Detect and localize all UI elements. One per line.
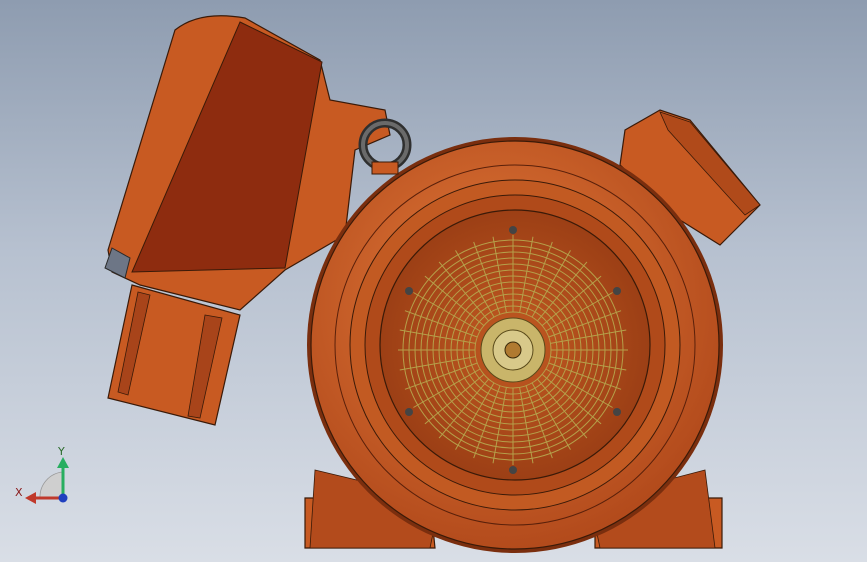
y-axis-label: Y [57,445,65,458]
z-axis-dot [58,493,68,503]
cad-viewport[interactable]: Y X [0,0,867,562]
x-axis-arrow [25,492,36,504]
shaft-end [504,341,522,359]
coordinate-triad: Y X [15,445,69,504]
x-axis-label: X [15,486,23,499]
y-axis-arrow [57,457,69,468]
